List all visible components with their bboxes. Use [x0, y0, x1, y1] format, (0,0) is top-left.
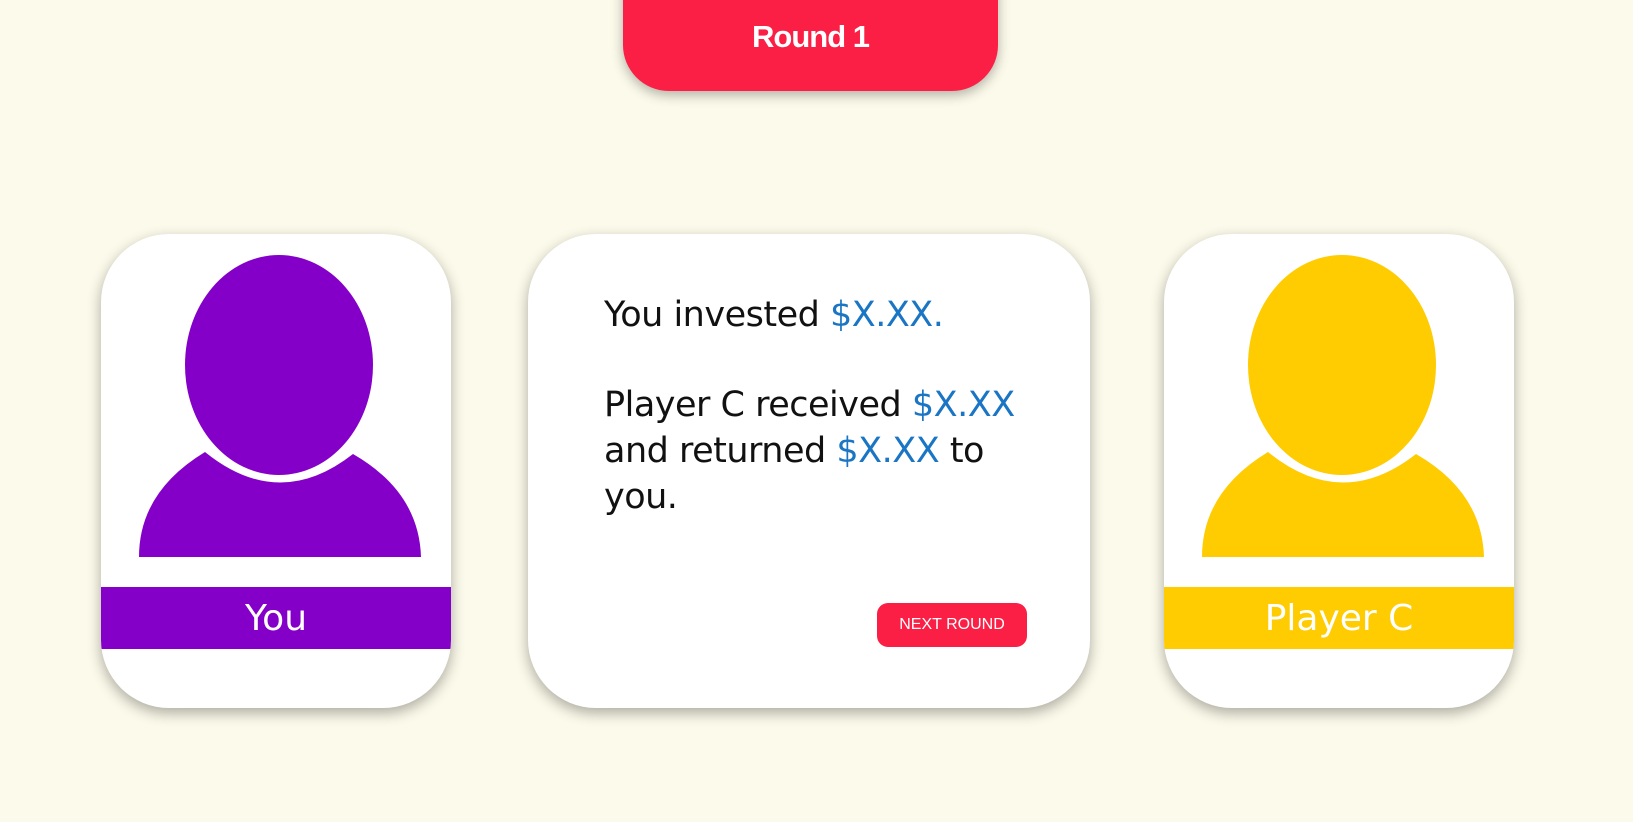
invested-line: You invested $X.XX. [604, 292, 1044, 338]
invested-amount: $X.XX. [829, 295, 944, 335]
player-name-you: You [101, 587, 451, 649]
player-card-you: You [101, 234, 451, 708]
received-label: Player C received [604, 385, 912, 425]
result-card: You invested $X.XX. Player C received $X… [528, 234, 1090, 708]
returned-line: Player C received $X.XX and returned $X.… [604, 382, 1044, 520]
returned-amount: $X.XX [836, 431, 940, 471]
received-amount: $X.XX [911, 385, 1015, 425]
round-banner: Round 1 [623, 0, 998, 91]
person-avatar-icon [1202, 255, 1484, 557]
result-message: You invested $X.XX. Player C received $X… [604, 292, 1044, 520]
person-avatar-icon [139, 255, 421, 557]
player-name-c: Player C [1164, 587, 1514, 649]
invested-label: You invested [604, 295, 830, 335]
player-card-c: Player C [1164, 234, 1514, 708]
next-round-button[interactable]: NEXT ROUND [877, 603, 1027, 647]
round-title: Round 1 [752, 19, 870, 54]
returned-label: and returned [604, 431, 837, 471]
